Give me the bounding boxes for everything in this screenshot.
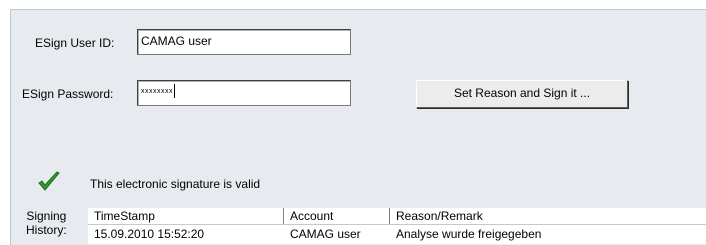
set-reason-and-sign-button[interactable]: Set Reason and Sign it ... <box>416 80 628 108</box>
password-field[interactable]: xxxxxxxx <box>137 80 351 106</box>
column-header-account[interactable]: Account <box>284 208 390 224</box>
user-id-field[interactable]: CAMAG user <box>137 29 351 55</box>
history-table-header: TimeStamp Account Reason/Remark <box>88 208 706 225</box>
table-row-account[interactable]: CAMAG user <box>284 226 390 242</box>
password-mask: xxxxxxxx <box>141 88 173 95</box>
text-cursor <box>174 84 175 99</box>
signing-history-label-line1: Signing <box>26 209 67 223</box>
column-header-reason[interactable]: Reason/Remark <box>390 208 706 224</box>
column-header-timestamp[interactable]: TimeStamp <box>88 208 284 224</box>
signature-status-text: This electronic signature is valid <box>90 177 261 191</box>
user-id-label: ESign User ID: <box>35 36 115 50</box>
password-label: ESign Password: <box>22 87 114 101</box>
checkmark-icon <box>38 171 60 191</box>
signing-history-label-line2: History: <box>26 223 67 237</box>
table-row-timestamp[interactable]: 15.09.2010 15:52:20 <box>88 226 284 242</box>
table-row-reason[interactable]: Analyse wurde freigegeben <box>390 226 706 242</box>
signing-history-label: Signing History: <box>26 209 67 237</box>
